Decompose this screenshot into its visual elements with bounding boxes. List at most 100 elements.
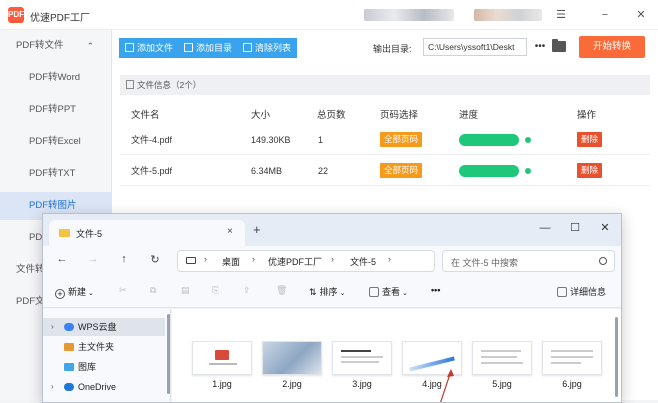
delete-button[interactable]: 删除 (577, 132, 603, 147)
sidebar-item-pdf-to-word[interactable]: PDF转Word (0, 64, 112, 92)
add-folder-icon (184, 43, 193, 52)
sort-button[interactable]: ⇅ 排序 ⌄ (309, 285, 345, 298)
app-logo-icon: PDF (8, 7, 24, 23)
column-header-progress: 进度 (459, 110, 479, 121)
table-row: 文件-5.pdf 6.34MB 22 全部页码 删除 (120, 156, 650, 186)
share-icon[interactable]: ⇪ (243, 285, 251, 296)
explorer-search-input[interactable]: 在 文件-5 中搜索 (442, 250, 615, 272)
cut-icon[interactable]: ✂ (119, 285, 127, 296)
details-button[interactable]: 详细信息 (557, 285, 606, 298)
progress-bar (459, 134, 519, 146)
gallery-icon (64, 363, 74, 371)
nav-item-wps-cloud[interactable]: › WPS云盘 (43, 318, 165, 336)
sidebar-item-pdf-to-txt[interactable]: PDF转TXT (0, 160, 112, 188)
rename-icon[interactable]: ⎘ (212, 285, 219, 296)
file-name: 文件-5.pdf (131, 166, 173, 176)
computer-icon (186, 257, 196, 264)
add-file-button[interactable]: 添加文件 (119, 38, 180, 58)
chevron-right-icon: › (51, 322, 54, 331)
nav-item-label: WPS云盘 (78, 322, 117, 332)
file-pages: 1 (318, 135, 324, 145)
browse-more-button[interactable]: ••• (533, 38, 547, 56)
cloud-icon (64, 323, 74, 331)
breadcrumb-desktop[interactable]: 桌面 (222, 255, 240, 268)
sidebar-item-pdf-to-ppt[interactable]: PDF转PPT (0, 96, 112, 124)
add-folder-label: 添加目录 (196, 43, 233, 53)
nav-item-label: 主文件夹 (78, 342, 115, 352)
nav-item-onedrive[interactable]: › OneDrive (43, 378, 165, 396)
sort-label: 排序 (319, 287, 338, 297)
details-pane-icon (557, 287, 567, 297)
clear-list-button[interactable]: 清除列表 (237, 38, 298, 58)
delete-icon[interactable]: 🗑 (276, 285, 287, 296)
column-header-name: 文件名 (131, 110, 160, 121)
folder-icon (59, 229, 70, 237)
sidebar-item-pdf-to-excel[interactable]: PDF转Excel (0, 128, 112, 156)
refresh-icon[interactable]: ↻ (148, 253, 162, 266)
chevron-down-icon: ⌄ (402, 290, 408, 297)
address-bar[interactable]: › 桌面 › 优速PDF工厂 › 文件-5 › (177, 250, 435, 272)
view-button[interactable]: 查看 ⌄ (369, 285, 408, 298)
home-icon (64, 343, 74, 351)
back-icon[interactable]: ← (55, 253, 69, 265)
open-folder-icon[interactable] (552, 39, 566, 52)
column-header-pages: 总页数 (317, 110, 346, 121)
minimize-button[interactable]: − (597, 7, 613, 23)
new-label: 新建 (68, 287, 87, 297)
breadcrumb-chevron-icon: › (252, 254, 255, 264)
explorer-tab[interactable]: 文件-5 × (49, 220, 245, 246)
explorer-close-button[interactable]: ✕ (595, 220, 615, 236)
breadcrumb-current-folder[interactable]: 文件-5 (350, 255, 376, 268)
explorer-maximize-button[interactable]: ☐ (565, 220, 585, 236)
more-options-button[interactable]: ••• (431, 285, 440, 295)
delete-button[interactable]: 删除 (577, 163, 603, 178)
add-folder-button[interactable]: 添加目录 (178, 38, 239, 58)
new-tab-button[interactable]: + (253, 223, 261, 237)
nav-item-gallery[interactable]: 图库 (43, 358, 165, 376)
complete-status-icon (525, 168, 531, 174)
chevron-down-icon: ⌄ (339, 290, 346, 297)
paste-icon[interactable]: ▤ (181, 285, 190, 296)
explorer-command-bar: + 新建 ⌄ ✂ ⧉ ▤ ⎘ ⇪ 🗑 ⇅ 排序 ⌄ 查看 ⌄ ••• 详细信息 (43, 276, 621, 308)
up-icon[interactable]: ↑ (117, 253, 131, 265)
page-select-button[interactable]: 全部页码 (380, 132, 423, 147)
title-bar: PDF 优速PDF工厂 ☰ − ✕ (0, 0, 658, 30)
nav-item-label: OneDrive (78, 382, 117, 392)
forward-icon[interactable]: → (86, 253, 100, 265)
app-title: 优速PDF工厂 (30, 13, 90, 24)
tab-close-icon[interactable]: × (227, 226, 233, 237)
explorer-tab-bar: 文件-5 × + — ☐ ✕ (43, 214, 621, 246)
chevron-right-icon: › (51, 382, 54, 391)
new-button[interactable]: + 新建 ⌄ (55, 285, 94, 299)
file-list-area: 1.jpg 2.jpg 3.jpg 4.jpg 5.jpg 6.jpg (172, 309, 621, 402)
complete-status-icon (525, 137, 531, 143)
blurred-user-info (364, 9, 454, 21)
file-info-bar: 文件信息（2个） (120, 75, 650, 95)
explorer-minimize-button[interactable]: — (535, 220, 555, 236)
nav-pane-scrollbar[interactable] (167, 314, 170, 394)
blurred-account-info (474, 9, 542, 21)
breadcrumb-app-folder[interactable]: 优速PDF工厂 (268, 255, 322, 268)
menu-icon[interactable]: ☰ (553, 7, 569, 23)
start-convert-button[interactable]: 开始转换 (579, 36, 645, 58)
close-button[interactable]: ✕ (633, 7, 649, 23)
chevron-up-icon: ⌃ (86, 41, 94, 51)
output-dir-input[interactable]: C:\Users\yssoft1\Deskt (423, 38, 527, 56)
file-size: 6.34MB (251, 166, 283, 176)
copy-icon[interactable]: ⧉ (150, 285, 156, 296)
output-dir-label: 输出目录: (373, 44, 412, 54)
page-select-button[interactable]: 全部页码 (380, 163, 423, 178)
file-info-icon (126, 80, 134, 89)
column-header-page-select: 页码选择 (380, 110, 419, 121)
chevron-down-icon: ⌄ (88, 290, 94, 297)
file-explorer-window: 文件-5 × + — ☐ ✕ ← → ↑ ↻ › 桌面 › 优速PDF工厂 › … (42, 213, 622, 403)
nav-item-home[interactable]: 主文件夹 (43, 338, 165, 356)
search-placeholder: 在 文件-5 中搜索 (451, 258, 519, 268)
clear-list-label: 清除列表 (255, 43, 292, 53)
file-info-label: 文件信息（2个） (137, 80, 202, 90)
breadcrumb-chevron-icon: › (204, 254, 207, 264)
navigation-pane: › WPS云盘 主文件夹 图库 › OneDrive (43, 309, 171, 402)
add-file-icon (125, 43, 134, 52)
sidebar-group-pdf-to-file[interactable]: PDF转文件 ⌃ (0, 32, 112, 60)
clear-list-icon (243, 43, 252, 52)
